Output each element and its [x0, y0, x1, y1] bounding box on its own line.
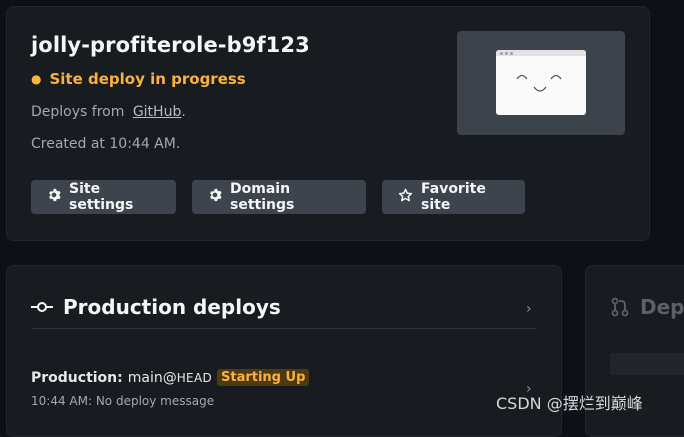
status-dot-icon: ●	[31, 72, 42, 86]
side-panel-header[interactable]: Dep	[610, 295, 684, 319]
smiley-face-icon	[516, 74, 562, 92]
domain-settings-label: Domain settings	[230, 181, 295, 213]
site-preview-thumbnail[interactable]	[457, 31, 625, 135]
deploys-from-suffix: .	[181, 104, 186, 120]
site-settings-label: Site settings	[69, 181, 134, 213]
loading-placeholder-bar	[610, 353, 684, 375]
deploy-status: ● Site deploy in progress	[31, 70, 246, 88]
deploy-list-item[interactable]: Production: main@ HEAD Starting Up	[31, 369, 310, 386]
favorite-site-label: Favorite site	[421, 181, 486, 213]
watermark: CSDN @摆烂到巅峰	[496, 394, 643, 413]
deploy-context-label: Production:	[31, 369, 123, 386]
production-deploys-card: Production deploys › Production: main@ HE…	[6, 265, 562, 437]
deploys-from-line: Deploys from GitHub.	[31, 104, 186, 120]
site-overview-card: jolly-profiterole-b9f123 ● Site deploy i…	[6, 6, 650, 241]
deploys-from-prefix: Deploys from	[31, 104, 125, 120]
side-panel-title: Dep	[640, 295, 684, 319]
commit-icon	[31, 301, 53, 313]
branch-icon	[611, 297, 629, 317]
production-deploys-header[interactable]: Production deploys	[31, 295, 281, 319]
divider	[31, 328, 537, 329]
domain-settings-button[interactable]: Domain settings	[192, 180, 366, 214]
deploy-status-text: Site deploy in progress	[49, 70, 246, 88]
chevron-right-icon[interactable]: ›	[526, 301, 532, 317]
production-deploys-title: Production deploys	[63, 295, 281, 319]
browser-placeholder-icon	[496, 50, 586, 115]
created-at-text: Created at 10:44 AM.	[31, 136, 181, 152]
deploy-ref: HEAD	[176, 370, 212, 385]
star-icon	[398, 188, 413, 207]
gear-icon	[208, 188, 222, 206]
deploy-meta: 10:44 AM: No deploy message	[31, 394, 215, 408]
deploy-branch: main@	[127, 369, 177, 386]
gear-icon	[47, 188, 61, 206]
favorite-site-button[interactable]: Favorite site	[382, 180, 525, 214]
site-name: jolly-profiterole-b9f123	[31, 33, 310, 57]
github-link[interactable]: GitHub	[133, 104, 182, 120]
site-settings-button[interactable]: Site settings	[31, 180, 176, 214]
deploy-status-badge: Starting Up	[217, 369, 310, 386]
